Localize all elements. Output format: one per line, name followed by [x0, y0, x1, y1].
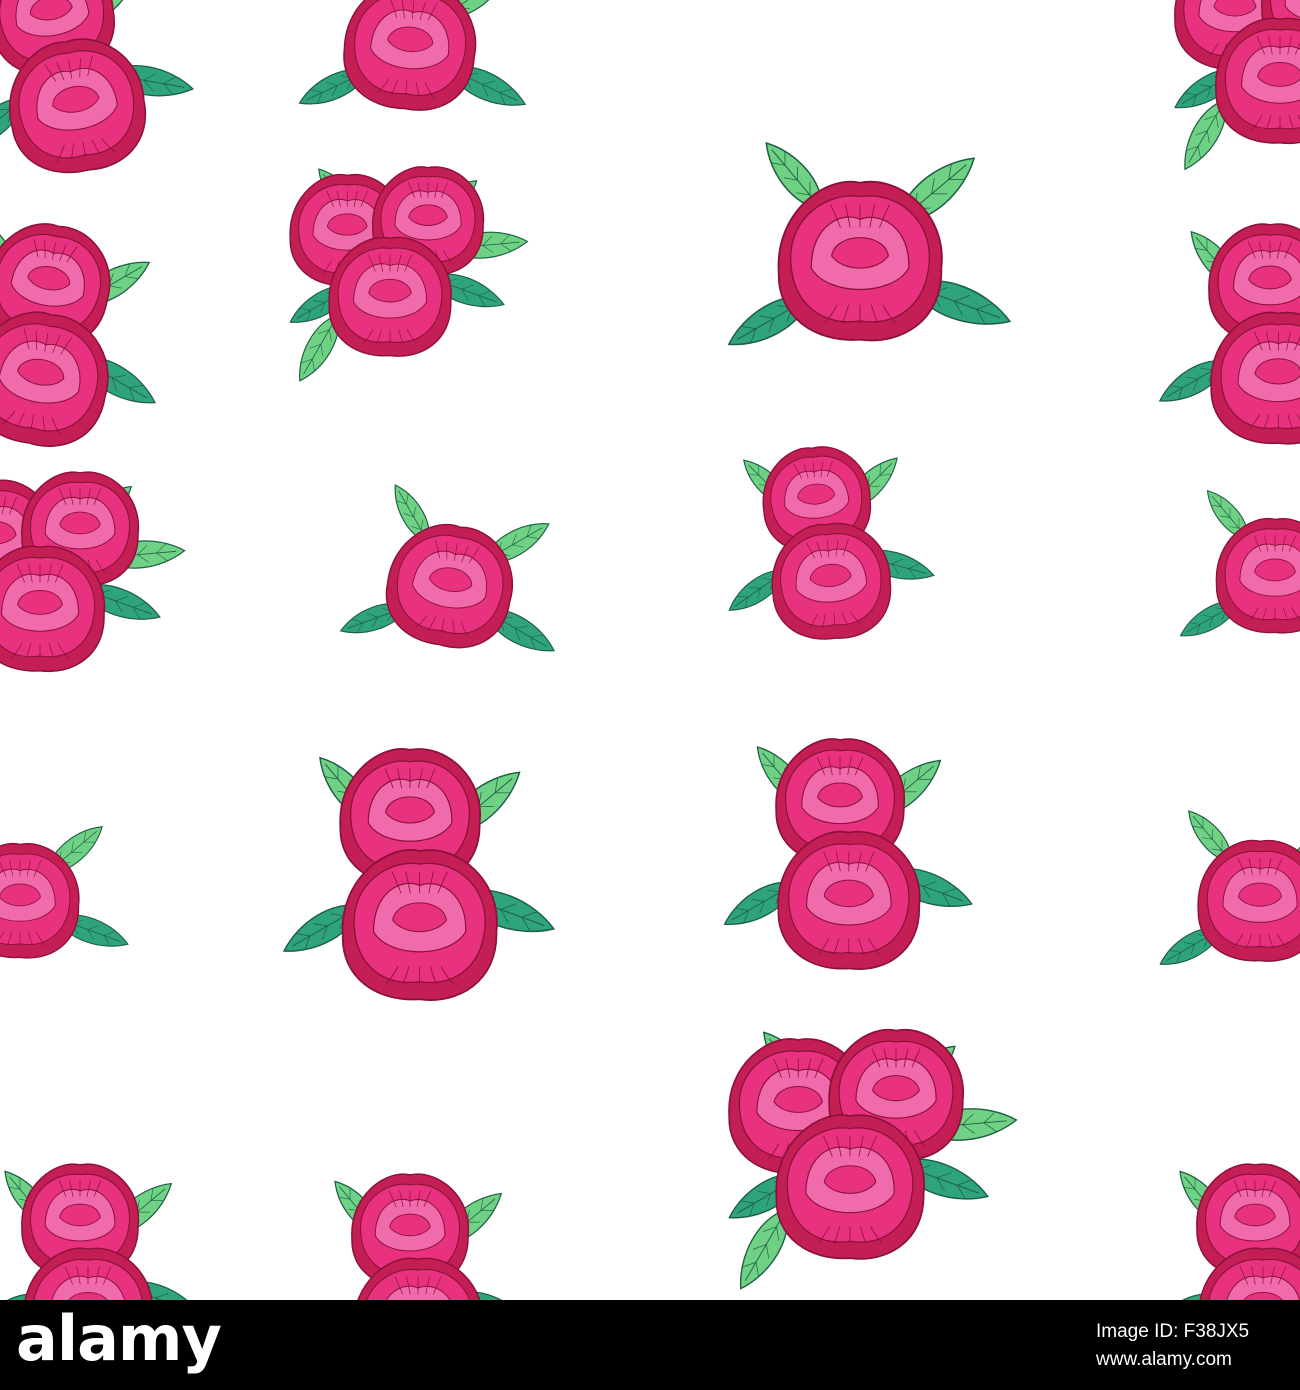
peony-bouquet	[0, 0, 195, 174]
stock-image: alamy Image ID: F38JX5 www.alamy.com	[0, 0, 1300, 1390]
peony-bouquet	[282, 748, 556, 1001]
peony-bouquet	[0, 1163, 201, 1300]
peony-bouquet	[339, 484, 555, 652]
peony-bouquet	[1174, 0, 1300, 171]
alamy-url: www.alamy.com	[1096, 1349, 1232, 1370]
watermark-bar: alamy Image ID: F38JX5 www.alamy.com	[0, 1300, 1300, 1390]
peony-bouquet	[0, 826, 129, 959]
peony-flower	[777, 830, 921, 971]
peony-bouquet	[1158, 223, 1300, 445]
peony-bouquet	[0, 471, 186, 673]
peony-bouquet	[1159, 810, 1300, 965]
peony-bouquet	[727, 141, 1012, 346]
peony-flower	[385, 523, 514, 649]
peony-bouquet	[1149, 1163, 1300, 1300]
peony-flower	[0, 311, 109, 447]
peony-bouquet	[723, 738, 973, 971]
peony-bouquet	[0, 218, 156, 447]
peony-flower	[343, 0, 477, 111]
peony-bouquet	[1179, 489, 1300, 637]
peony-flower	[775, 1114, 925, 1260]
peony-flower	[341, 849, 498, 1001]
peony-flower	[777, 180, 943, 342]
peony-bouquet	[728, 446, 935, 640]
image-id-label: Image ID: F38JX5	[1096, 1321, 1250, 1342]
peony-flower	[1210, 311, 1300, 445]
peony-bouquet	[728, 1028, 1018, 1290]
peony-flower	[1215, 517, 1300, 634]
peony-bouquet	[298, 0, 527, 111]
peony-flower	[1197, 839, 1300, 962]
peony-bouquet	[334, 1173, 531, 1300]
peony-pattern	[0, 0, 1300, 1300]
peony-flower	[0, 545, 106, 673]
peony-bouquet	[289, 166, 529, 382]
peony-pattern-art	[0, 0, 1300, 1300]
alamy-logo: alamy	[16, 1302, 222, 1375]
peony-flower	[328, 236, 452, 357]
